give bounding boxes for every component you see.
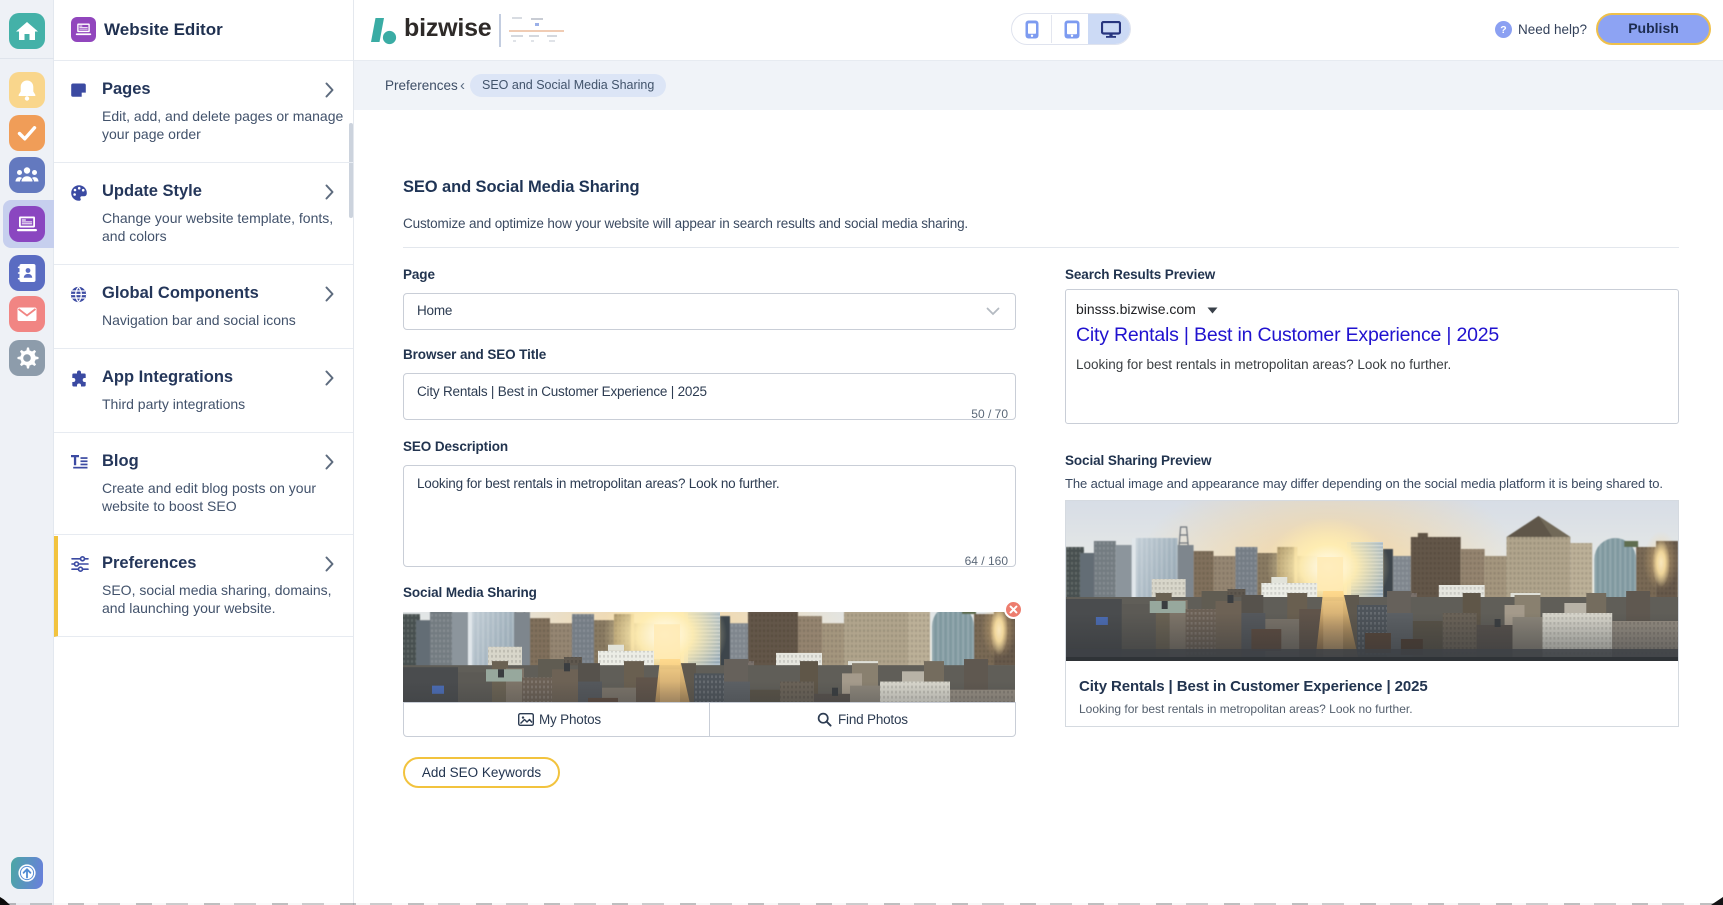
svg-text:?: ? (1500, 24, 1506, 36)
